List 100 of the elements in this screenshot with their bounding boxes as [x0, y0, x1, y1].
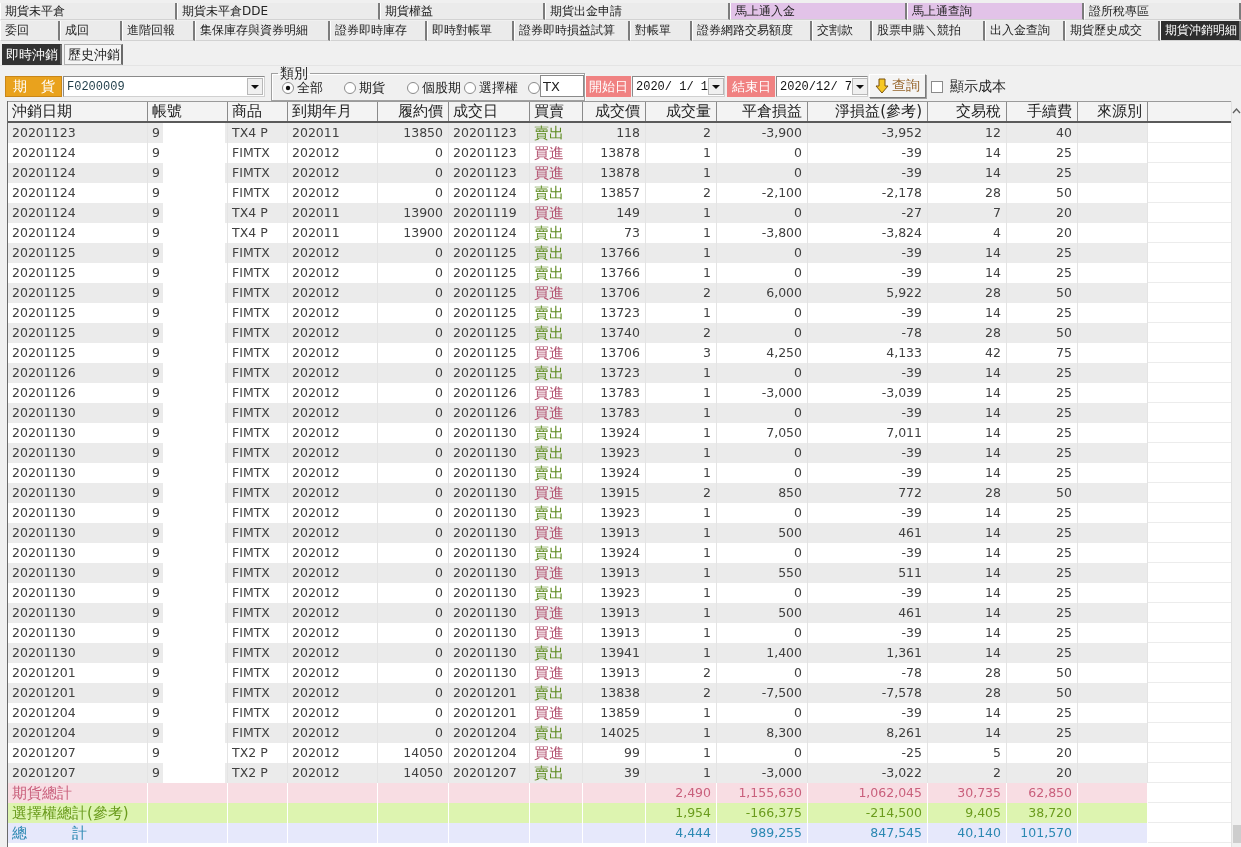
tab[interactable]: 期貨未平倉DDE	[177, 3, 380, 20]
table-cell: 9	[148, 163, 228, 183]
table-cell: FIMTX	[228, 283, 288, 303]
tab[interactable]: 進階回報	[122, 21, 195, 41]
radio-option[interactable]: 選擇權	[464, 79, 518, 97]
table-cell: 0	[378, 403, 449, 423]
table-cell: 202012	[288, 323, 378, 343]
radio-option[interactable]: 全部	[282, 79, 323, 97]
table-cell: 0	[378, 283, 449, 303]
tab[interactable]: 證券即時損益試算	[514, 21, 630, 41]
column-header: 買賣	[530, 102, 583, 121]
table-cell: 461	[808, 523, 928, 543]
table-cell: 0	[717, 363, 808, 383]
tab[interactable]: 出入金查詢	[985, 21, 1065, 41]
table-cell: 989,255	[717, 823, 808, 843]
tab[interactable]: 對帳單	[630, 21, 692, 41]
tab[interactable]: 期貨沖銷明細	[1160, 21, 1241, 41]
radio-option[interactable]: 個股期	[407, 79, 461, 97]
table-cell	[583, 803, 646, 823]
table-cell: 28	[928, 283, 1007, 303]
radio-icon[interactable]	[282, 82, 294, 94]
query-button[interactable]: 查詢	[869, 74, 926, 98]
table-cell: 2	[646, 323, 717, 343]
radio-option[interactable]: 期貨	[344, 79, 385, 97]
tab[interactable]: 成回	[60, 21, 122, 41]
table-cell: 1	[646, 203, 717, 223]
table-cell: 0	[378, 323, 449, 343]
radio-icon[interactable]	[407, 82, 419, 94]
table-cell: 9	[148, 283, 228, 303]
tab[interactable]: 歷史沖銷	[64, 44, 123, 65]
table-cell: 20201124	[8, 203, 148, 223]
table-cell: 買進	[530, 563, 583, 583]
caret-icon[interactable]	[708, 78, 724, 95]
table-cell: 0	[378, 683, 449, 703]
table-cell: 39	[583, 763, 646, 783]
table-cell: 買進	[530, 483, 583, 503]
table-cell: -3,900	[717, 123, 808, 143]
table-cell: 1,361	[808, 643, 928, 663]
table-cell: 14	[928, 403, 1007, 423]
table-cell: FIMTX	[228, 163, 288, 183]
date-dropdown[interactable]: 2020/ 1/ 1	[632, 76, 725, 97]
tab[interactable]: 證券即時庫存	[330, 21, 427, 41]
tab[interactable]: 證所稅專區	[1084, 3, 1241, 20]
table-cell: 13878	[583, 163, 646, 183]
table-cell: 0	[378, 563, 449, 583]
tab[interactable]: 馬上通入金	[730, 3, 907, 20]
table-cell: 500	[717, 523, 808, 543]
table-cell: 賣出	[530, 243, 583, 263]
table-cell: 13941	[583, 643, 646, 663]
radio-icon[interactable]	[528, 82, 540, 94]
tab[interactable]: 證券網路交易額度	[692, 21, 812, 41]
table-cell: 賣出	[530, 123, 583, 143]
table-cell: 1	[646, 403, 717, 423]
table-cell: 20201125	[8, 243, 148, 263]
table-cell: 20201130	[449, 523, 530, 543]
scrollbar[interactable]	[1231, 101, 1241, 847]
table-cell: 賣出	[530, 323, 583, 343]
table-cell: 202012	[288, 683, 378, 703]
tab[interactable]: 集保庫存與資券明細	[195, 21, 330, 41]
table-cell: 1	[646, 603, 717, 623]
date-dropdown[interactable]: 2020/12/ 7	[776, 76, 868, 97]
tab[interactable]: 即時對帳單	[427, 21, 514, 41]
table-cell: FIMTX	[228, 643, 288, 663]
checkbox-icon[interactable]	[931, 80, 943, 93]
account-dropdown[interactable]: F0200009	[63, 76, 265, 97]
text-field[interactable]: TX	[540, 75, 584, 97]
tab[interactable]: 期貨未平倉	[0, 3, 177, 20]
table-cell: 20201119	[449, 203, 530, 223]
radio-icon[interactable]	[344, 82, 356, 94]
table-cell: 0	[378, 523, 449, 543]
caret-icon[interactable]	[247, 78, 263, 95]
tab[interactable]: 交割款	[812, 21, 872, 41]
table-cell	[530, 783, 583, 803]
tab[interactable]: 股票申購＼競拍	[872, 21, 985, 41]
table-cell: 202012	[288, 243, 378, 263]
table-cell: 20201125	[449, 323, 530, 343]
table-cell	[228, 783, 288, 803]
tab[interactable]: 期貨出金申請	[545, 3, 730, 20]
tab[interactable]: 即時沖銷	[2, 44, 62, 65]
table-cell: 14	[928, 523, 1007, 543]
tab[interactable]: 期貨權益	[380, 3, 545, 20]
table-cell: -166,375	[717, 803, 808, 823]
table-cell: -7,500	[717, 683, 808, 703]
table-cell: FIMTX	[228, 603, 288, 623]
table-cell: FIMTX	[228, 523, 288, 543]
table-cell: 9	[148, 203, 228, 223]
table-cell: -39	[808, 363, 928, 383]
tab[interactable]: 委回	[0, 21, 60, 41]
table-cell: 20201130	[8, 603, 148, 623]
table-cell: -78	[808, 323, 928, 343]
scroll-thumb[interactable]	[1232, 825, 1241, 843]
caret-icon[interactable]	[852, 78, 868, 95]
checkbox-option[interactable]: 顯示成本	[931, 77, 1006, 96]
table-cell: 20201201	[8, 683, 148, 703]
tab[interactable]: 馬上通查詢	[907, 3, 1084, 20]
radio-icon[interactable]	[464, 82, 476, 94]
table-cell: 20201123	[449, 123, 530, 143]
tab[interactable]: 期貨歷史成交	[1065, 21, 1160, 41]
table-cell: 20201130	[449, 643, 530, 663]
summary-label: 選擇權總計(參考)	[8, 803, 148, 823]
